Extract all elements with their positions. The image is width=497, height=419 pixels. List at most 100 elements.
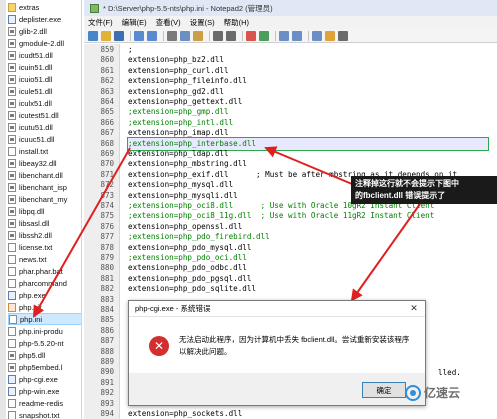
file-name: glib-2.dll xyxy=(19,26,47,36)
zoom-out-icon[interactable] xyxy=(292,30,302,41)
menu-help[interactable]: 帮助(H) xyxy=(224,17,249,28)
file-item[interactable]: news.txt xyxy=(8,253,81,265)
line-number: 882 xyxy=(100,284,114,294)
zoom-in-icon[interactable] xyxy=(279,30,289,41)
file-item[interactable]: install.txt xyxy=(8,145,81,157)
file-item[interactable]: libenchant_isp xyxy=(8,181,81,193)
file-item[interactable]: icule51.dll xyxy=(8,85,81,97)
undo-icon[interactable] xyxy=(134,30,144,41)
ok-button[interactable]: 确定 xyxy=(362,382,406,398)
redo-icon[interactable] xyxy=(147,30,157,41)
line-number: 894 xyxy=(100,409,114,418)
line-number: 863 xyxy=(100,86,114,96)
file-item[interactable]: libsasl.dll xyxy=(8,217,81,229)
file-item[interactable]: icutu51.dll xyxy=(8,121,81,133)
line-number: 887 xyxy=(100,336,114,346)
dll-file-icon xyxy=(8,194,16,204)
dll-file-icon xyxy=(8,122,16,132)
file-item[interactable]: libpq.dll xyxy=(8,205,81,217)
file-item[interactable]: libssh2.dll xyxy=(8,229,81,241)
line-number: 860 xyxy=(100,55,114,65)
file-name: icudt51.dll xyxy=(19,50,53,60)
file-item[interactable]: icuuc51.dll xyxy=(8,133,81,145)
file-item[interactable]: php.gif xyxy=(8,301,81,313)
menu-settings[interactable]: 设置(S) xyxy=(190,17,215,28)
window-title: * D:\Server\php-5.5-nts\php.ini - Notepa… xyxy=(103,3,273,13)
file-item[interactable]: libenchant.dll xyxy=(8,169,81,181)
file-name: php.ini-produ xyxy=(19,326,63,336)
file-item[interactable]: pharcommand xyxy=(8,277,81,289)
exe-file-icon xyxy=(8,386,16,396)
file-item[interactable]: icuin51.dll xyxy=(8,61,81,73)
file-name: php-cgi.exe xyxy=(19,374,58,384)
paste-icon[interactable] xyxy=(193,30,203,41)
toolbar-separator xyxy=(275,30,276,41)
menu-file[interactable]: 文件(F) xyxy=(88,17,113,28)
print-icon[interactable] xyxy=(338,30,348,41)
file-item[interactable]: gmodule-2.dll xyxy=(8,37,81,49)
file-item[interactable]: libeay32.dll xyxy=(8,157,81,169)
txt-file-icon xyxy=(8,242,16,252)
dll-file-icon xyxy=(8,206,16,216)
file-item[interactable]: php-5.5.20-nt xyxy=(8,337,81,349)
wordwrap-icon[interactable] xyxy=(246,30,256,41)
file-item[interactable]: php.ini-produ xyxy=(8,325,81,337)
dll-file-icon xyxy=(8,218,16,228)
cut-icon[interactable] xyxy=(167,30,177,41)
file-item[interactable]: glib-2.dll xyxy=(8,25,81,37)
txt-file-icon xyxy=(8,254,16,264)
save-icon[interactable] xyxy=(114,30,124,41)
file-item[interactable]: libenchant_my xyxy=(8,193,81,205)
line-number: 871 xyxy=(100,169,114,179)
favorites-icon[interactable] xyxy=(325,30,335,41)
file-item[interactable]: php-win.exe xyxy=(8,385,81,397)
dll-file-icon xyxy=(8,26,16,36)
menu-view[interactable]: 查看(V) xyxy=(156,17,181,28)
exe-file-icon xyxy=(8,14,16,24)
file-item[interactable]: php5.dll xyxy=(8,349,81,361)
file-item[interactable]: license.txt xyxy=(8,241,81,253)
file-item[interactable]: iculx51.dll xyxy=(8,97,81,109)
replace-icon[interactable] xyxy=(226,30,236,41)
file-item[interactable]: php.exe xyxy=(8,289,81,301)
watermark: 亿速云 xyxy=(405,384,460,401)
view-icon[interactable] xyxy=(312,30,322,41)
explorer-scrollbar[interactable] xyxy=(0,0,6,419)
file-item[interactable]: php5embed.l xyxy=(8,361,81,373)
file-item[interactable]: deplister.exe xyxy=(8,13,81,25)
new-file-icon[interactable] xyxy=(88,30,98,41)
file-item[interactable]: icudt51.dll xyxy=(8,49,81,61)
watermark-logo-icon xyxy=(405,384,421,401)
annotation-callout: 注释掉这行就不会提示下图中 的fbclient.dll 错误提示了 xyxy=(351,176,497,204)
line-number: 861 xyxy=(100,65,114,75)
dll-file-icon xyxy=(8,86,16,96)
file-name: icuio51.dll xyxy=(19,74,53,84)
line-number: 872 xyxy=(100,180,114,190)
file-item[interactable]: icuio51.dll xyxy=(8,73,81,85)
copy-icon[interactable] xyxy=(180,30,190,41)
file-item[interactable]: extras xyxy=(8,1,81,13)
menu-edit[interactable]: 编辑(E) xyxy=(122,17,147,28)
dialog-title: php-cgi.exe - 系统错误 xyxy=(135,304,211,313)
line-number: 883 xyxy=(100,294,114,304)
file-item[interactable]: phar.phar.bat xyxy=(8,265,81,277)
dll-file-icon xyxy=(8,158,16,168)
file-item[interactable]: php.ini xyxy=(8,313,81,325)
settings-icon[interactable] xyxy=(259,30,269,41)
find-icon[interactable] xyxy=(213,30,223,41)
dll-file-icon xyxy=(8,362,16,372)
file-item[interactable]: php-cgi.exe xyxy=(8,373,81,385)
line-number: 893 xyxy=(100,398,114,408)
watermark-text: 亿速云 xyxy=(424,386,461,400)
file-name: readme-redis xyxy=(19,398,64,408)
file-item[interactable]: readme-redis xyxy=(8,397,81,409)
line-number: 869 xyxy=(100,149,114,158)
open-folder-icon[interactable] xyxy=(101,30,111,41)
close-icon[interactable]: ✕ xyxy=(407,303,421,315)
file-name: pharcommand xyxy=(19,278,67,288)
file-item[interactable]: snapshot.txt xyxy=(8,409,81,419)
file-name: icutu51.dll xyxy=(19,122,53,132)
txt-file-icon xyxy=(8,266,16,276)
file-name: php-5.5.20-nt xyxy=(19,338,64,348)
file-item[interactable]: icutest51.dll xyxy=(8,109,81,121)
